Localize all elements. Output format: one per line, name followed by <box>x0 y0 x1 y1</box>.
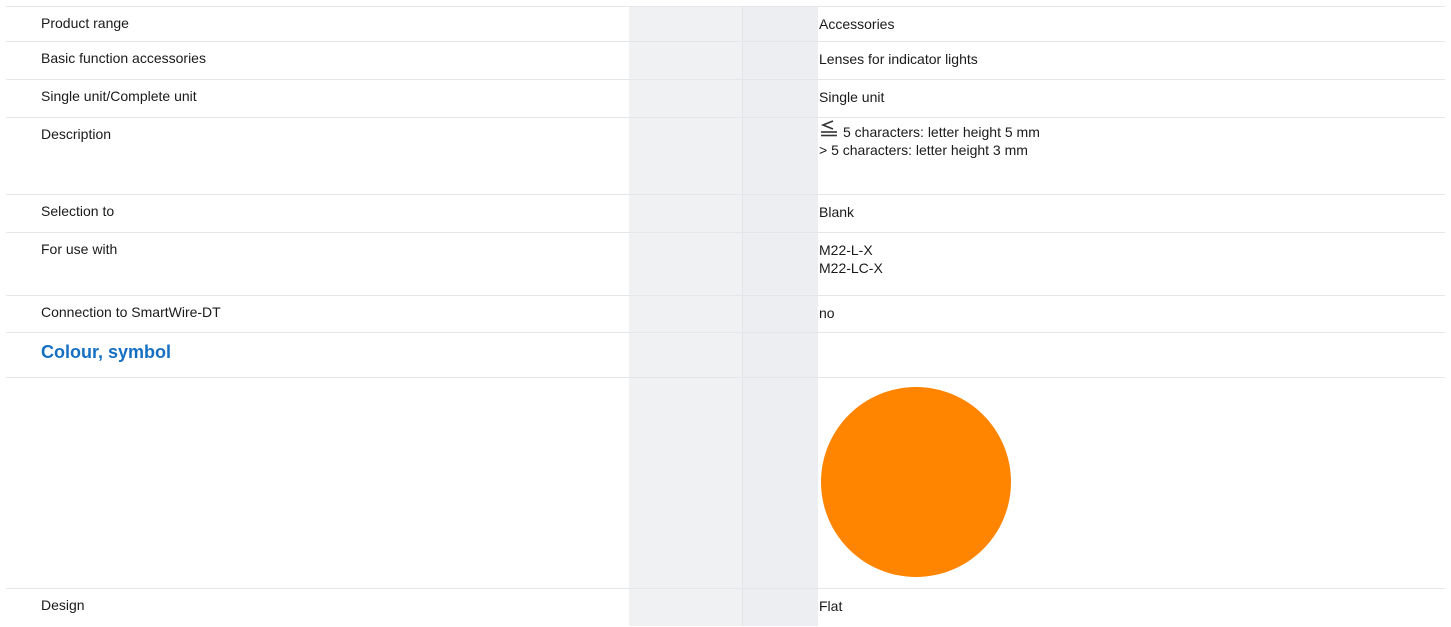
table-row: Selection to Blank <box>6 194 1445 232</box>
product-attributes-table: Product range Accessories Basic function… <box>0 0 1451 626</box>
row-value: 5 characters: letter height 5 mm > 5 cha… <box>819 120 1040 159</box>
row-label: Connection to SmartWire-DT <box>41 304 221 320</box>
description-line-1: 5 characters: letter height 5 mm <box>843 124 1040 140</box>
row-label: Design <box>41 597 85 613</box>
row-value: Blank <box>819 204 855 220</box>
table-row: Description 5 characters: letter height … <box>6 117 1445 194</box>
table-row <box>6 377 1445 588</box>
use-with-line-1: M22-L-X <box>819 242 873 258</box>
row-value: M22-L-X M22-LC-X <box>819 241 883 277</box>
table-row: Product range Accessories <box>6 6 1445 41</box>
row-label: For use with <box>41 241 118 257</box>
table-row: Basic function accessories Lenses for in… <box>6 41 1445 79</box>
table-row: Connection to SmartWire-DT no <box>6 295 1445 332</box>
description-line-2: > 5 characters: letter height 3 mm <box>819 142 1028 158</box>
row-value: Single unit <box>819 89 885 105</box>
row-label: Selection to <box>41 203 115 219</box>
orange-circle-swatch <box>821 387 1011 577</box>
row-label: Product range <box>41 15 129 31</box>
row-value: Flat <box>819 598 843 614</box>
row-value: Accessories <box>819 16 895 32</box>
use-with-line-2: M22-LC-X <box>819 260 883 276</box>
table-row: Design Flat <box>6 588 1445 627</box>
row-value: Lenses for indicator lights <box>819 51 978 67</box>
row-label: Single unit/Complete unit <box>41 88 197 104</box>
section-title: Colour, symbol <box>41 342 172 362</box>
section-header-row: Colour, symbol <box>6 332 1445 377</box>
table-row: Single unit/Complete unit Single unit <box>6 79 1445 117</box>
row-label: Basic function accessories <box>41 50 206 66</box>
table-row: For use with M22-L-X M22-LC-X <box>6 232 1445 295</box>
row-label: Description <box>41 126 112 142</box>
less-than-or-equal-icon <box>820 120 837 137</box>
row-value: no <box>819 305 835 321</box>
